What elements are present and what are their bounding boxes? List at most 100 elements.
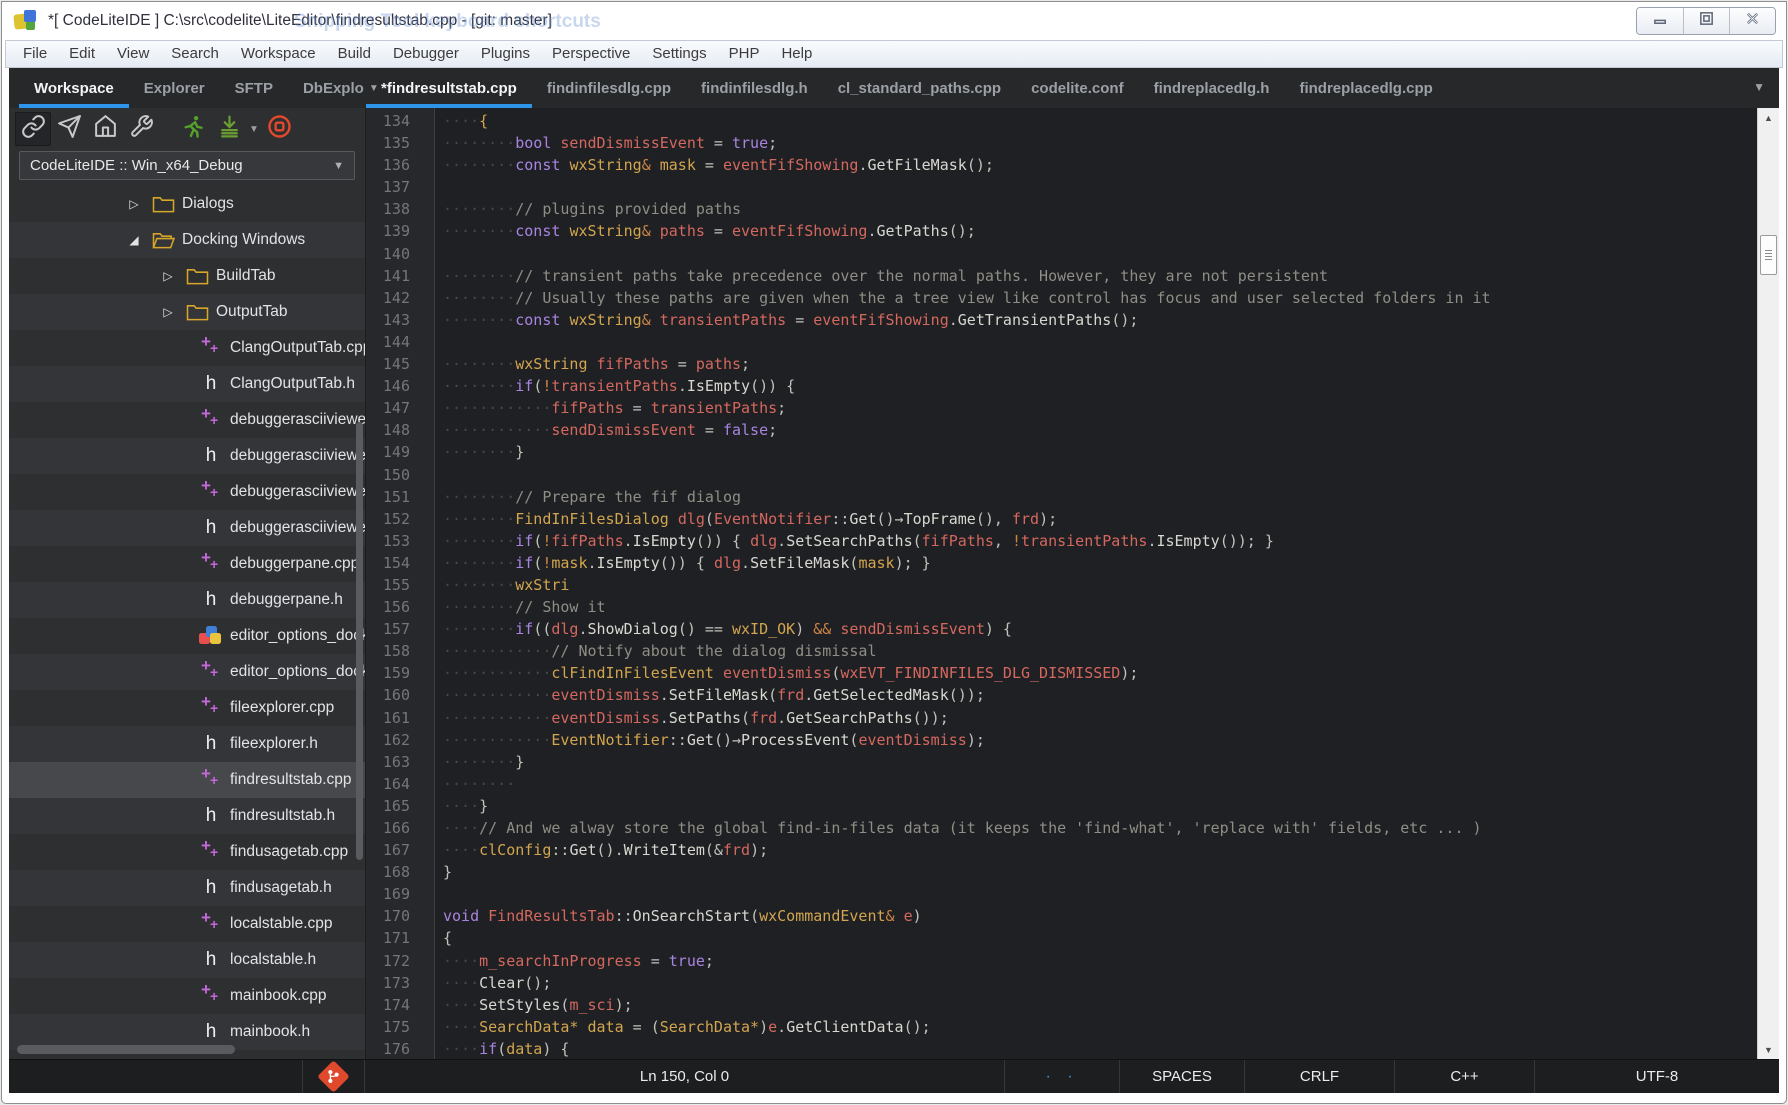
editor-tab-findreplacedlg-h[interactable]: findreplacedlg.h	[1139, 68, 1285, 108]
wrench-toolbar-button[interactable]	[123, 112, 159, 146]
code-line-137[interactable]: 137	[366, 176, 1757, 198]
update-toolbar-button[interactable]	[211, 112, 247, 146]
code-line-144[interactable]: 144	[366, 331, 1757, 353]
tree-item-findusagetab-cpp[interactable]: ++findusagetab.cpp	[9, 834, 365, 870]
code-line-148[interactable]: 148············sendDismissEvent = false;	[366, 419, 1757, 441]
code-line-174[interactable]: 174····SetStyles(m_sci);	[366, 994, 1757, 1016]
code-line-158[interactable]: 158············// Notify about the dialo…	[366, 640, 1757, 662]
code-line-168[interactable]: 168}	[366, 861, 1757, 883]
sidebar-tab-explorer[interactable]: Explorer	[129, 68, 220, 108]
tree-collapsed-icon[interactable]: ▷	[121, 197, 147, 211]
language-mode-button[interactable]: C++	[1394, 1060, 1534, 1093]
tree-collapsed-icon[interactable]: ▷	[155, 305, 181, 319]
whitespace-mode-button[interactable]: SPACES	[1119, 1060, 1244, 1093]
code-line-172[interactable]: 172····m_searchInProgress = true;	[366, 950, 1757, 972]
tree-item-mainbook-cpp[interactable]: ++mainbook.cpp	[9, 978, 365, 1014]
code-line-155[interactable]: 155········wxStri	[366, 574, 1757, 596]
tree-item-dialogs[interactable]: ▷Dialogs	[9, 186, 365, 222]
code-line-160[interactable]: 160············eventDismiss.SetFileMask(…	[366, 684, 1757, 706]
code-line-165[interactable]: 165····}	[366, 795, 1757, 817]
menu-item-debugger[interactable]: Debugger	[382, 41, 470, 67]
code-line-169[interactable]: 169	[366, 883, 1757, 905]
tree-item-clangoutputtab-cpp[interactable]: ++ClangOutputTab.cpp	[9, 330, 365, 366]
home-toolbar-button[interactable]	[87, 112, 123, 146]
tree-item-clangoutputtab-h[interactable]: hClangOutputTab.h	[9, 366, 365, 402]
tree-item-editor-options-docking[interactable]: ++editor_options_docking	[9, 654, 365, 690]
close-button[interactable]	[1729, 8, 1775, 34]
code-line-134[interactable]: 134····{	[366, 110, 1757, 132]
code-line-139[interactable]: 139········const wxString& paths = event…	[366, 220, 1757, 242]
code-line-151[interactable]: 151········// Prepare the fif dialog	[366, 486, 1757, 508]
tree-vertical-scrollbar[interactable]	[356, 422, 363, 860]
code-line-141[interactable]: 141········// transient paths take prece…	[366, 265, 1757, 287]
menu-item-plugins[interactable]: Plugins	[470, 41, 541, 67]
menu-item-workspace[interactable]: Workspace	[230, 41, 327, 67]
maximize-button[interactable]	[1683, 8, 1729, 34]
tree-item-localstable-h[interactable]: hlocalstable.h	[9, 942, 365, 978]
tree-horizontal-scrollbar[interactable]	[17, 1045, 235, 1054]
link-toolbar-button[interactable]	[15, 112, 51, 146]
build-config-dropdown[interactable]: CodeLiteIDE :: Win_x64_Debug ▼	[19, 151, 355, 180]
tab-overflow-caret-icon[interactable]: ▼	[1753, 80, 1765, 94]
menu-item-php[interactable]: PHP	[718, 41, 771, 67]
code-line-140[interactable]: 140	[366, 243, 1757, 265]
tree-item-debuggerasciiviewerbase-cpp[interactable]: ++debuggerasciiviewerbase.cpp	[9, 474, 365, 510]
tree-item-outputtab[interactable]: ▷OutputTab	[9, 294, 365, 330]
eol-mode-button[interactable]: CRLF	[1244, 1060, 1394, 1093]
code-line-136[interactable]: 136········const wxString& mask = eventF…	[366, 154, 1757, 176]
scrollbar-thumb[interactable]	[1760, 235, 1777, 275]
editor-tab-findreplacedlg-cpp[interactable]: findreplacedlg.cpp	[1284, 68, 1447, 108]
code-line-138[interactable]: 138········// plugins provided paths	[366, 198, 1757, 220]
menu-item-perspective[interactable]: Perspective	[541, 41, 641, 67]
code-line-159[interactable]: 159············clFindInFilesEvent eventD…	[366, 662, 1757, 684]
code-line-149[interactable]: 149········}	[366, 441, 1757, 463]
scrollbar-track[interactable]	[1758, 127, 1779, 1040]
cursor-position[interactable]: Ln 150, Col 0	[364, 1060, 1004, 1093]
menu-item-file[interactable]: File	[12, 41, 58, 67]
minimize-button[interactable]	[1637, 8, 1683, 34]
tree-item-fileexplorer-cpp[interactable]: ++fileexplorer.cpp	[9, 690, 365, 726]
menu-item-build[interactable]: Build	[327, 41, 382, 67]
tree-collapsed-icon[interactable]: ▷	[155, 269, 181, 283]
code-line-164[interactable]: 164········	[366, 773, 1757, 795]
code-line-161[interactable]: 161············eventDismiss.SetPaths(frd…	[366, 707, 1757, 729]
tree-item-findresultstab-cpp[interactable]: ++findresultstab.cpp	[9, 762, 365, 798]
menu-item-settings[interactable]: Settings	[641, 41, 717, 67]
encoding-button[interactable]: UTF-8	[1534, 1060, 1779, 1093]
code-line-170[interactable]: 170void FindResultsTab::OnSearchStart(wx…	[366, 905, 1757, 927]
runner-toolbar-button[interactable]	[175, 112, 211, 146]
tree-item-debuggerasciiviewerbase-h[interactable]: hdebuggerasciiviewerbase.h	[9, 510, 365, 546]
git-status-button[interactable]	[302, 1060, 364, 1093]
code-line-171[interactable]: 171{	[366, 927, 1757, 949]
tree-item-debuggerasciiviewer-h[interactable]: hdebuggerasciiviewer.h	[9, 438, 365, 474]
editor-tab-findinfilesdlg-cpp[interactable]: findinfilesdlg.cpp	[532, 68, 686, 108]
code-line-153[interactable]: 153········if(!fifPaths.IsEmpty()) { dlg…	[366, 530, 1757, 552]
paper-plane-toolbar-button[interactable]	[51, 112, 87, 146]
tree-item-buildtab[interactable]: ▷BuildTab	[9, 258, 365, 294]
code-line-167[interactable]: 167····clConfig::Get().WriteItem(&frd);	[366, 839, 1757, 861]
menu-item-search[interactable]: Search	[160, 41, 230, 67]
code-line-143[interactable]: 143········const wxString& transientPath…	[366, 309, 1757, 331]
code-line-166[interactable]: 166····// And we alway store the global …	[366, 817, 1757, 839]
tree-item-findresultstab-h[interactable]: hfindresultstab.h	[9, 798, 365, 834]
tree-item-editor-options-docking[interactable]: editor_options_docking	[9, 618, 365, 654]
editor-tab--findresultstab-cpp[interactable]: *findresultstab.cpp	[366, 68, 532, 108]
editor-tab-findinfilesdlg-h[interactable]: findinfilesdlg.h	[686, 68, 823, 108]
tree-item-findusagetab-h[interactable]: hfindusagetab.h	[9, 870, 365, 906]
tree-item-debuggerpane-h[interactable]: hdebuggerpane.h	[9, 582, 365, 618]
code-line-152[interactable]: 152········FindInFilesDialog dlg(EventNo…	[366, 508, 1757, 530]
code-line-173[interactable]: 173····Clear();	[366, 972, 1757, 994]
code-line-175[interactable]: 175····SearchData* data = (SearchData*)e…	[366, 1016, 1757, 1038]
editor-tab-cl-standard-paths-cpp[interactable]: cl_standard_paths.cpp	[823, 68, 1016, 108]
scroll-up-icon[interactable]: ▲	[1758, 108, 1779, 127]
sidebar-tab-workspace[interactable]: Workspace	[19, 68, 129, 108]
code-line-176[interactable]: 176····if(data) {	[366, 1038, 1757, 1059]
code-line-154[interactable]: 154········if(!mask.IsEmpty()) { dlg.Set…	[366, 552, 1757, 574]
code-line-163[interactable]: 163········}	[366, 751, 1757, 773]
code-line-162[interactable]: 162············EventNotifier::Get()→Proc…	[366, 729, 1757, 751]
tree-item-localstable-cpp[interactable]: ++localstable.cpp	[9, 906, 365, 942]
code-area[interactable]: 134····{135········bool sendDismissEvent…	[366, 108, 1757, 1059]
code-line-147[interactable]: 147············fifPaths = transientPaths…	[366, 397, 1757, 419]
code-line-157[interactable]: 157········if((dlg.ShowDialog() == wxID_…	[366, 618, 1757, 640]
tree-item-docking-windows[interactable]: ◢Docking Windows	[9, 222, 365, 258]
